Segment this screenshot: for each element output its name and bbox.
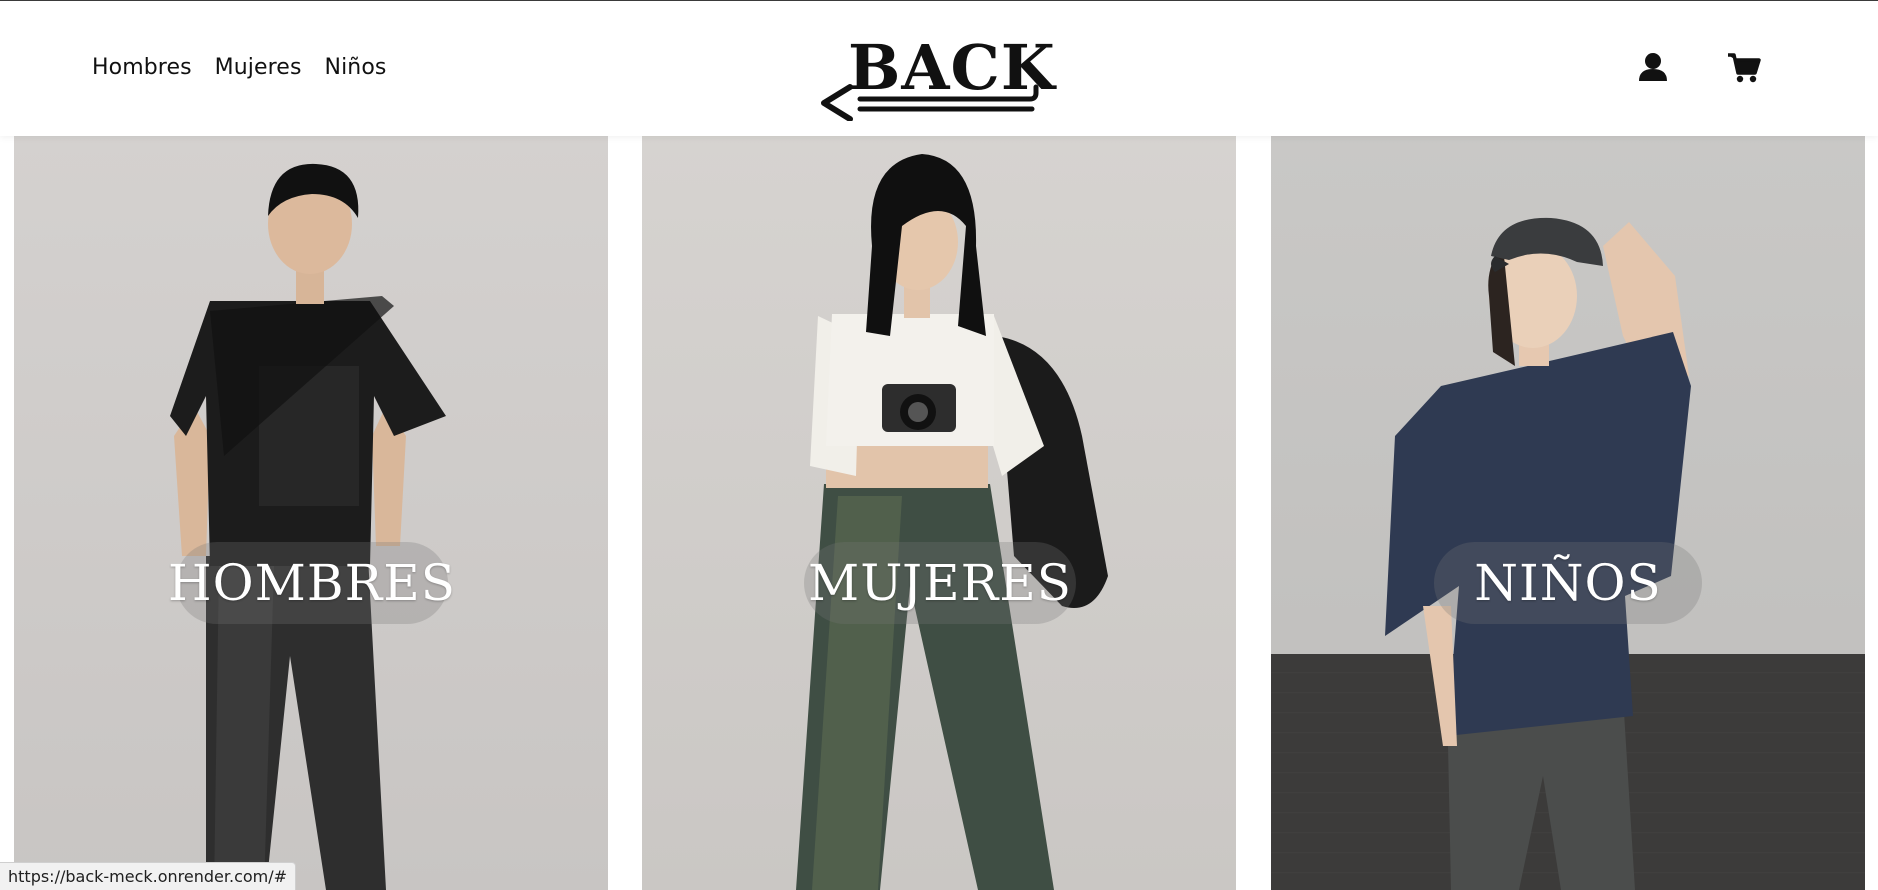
browser-status-bar: https://back-meck.onrender.com/# (0, 862, 297, 890)
nav-link-ninos[interactable]: Niños (325, 55, 387, 80)
site-header: Hombres Mujeres Niños BACK (0, 0, 1878, 136)
hombres-model-image (170, 163, 446, 890)
category-label-ninos: NIÑOS (1474, 554, 1662, 612)
category-card-ninos[interactable]: NIÑOS (1271, 136, 1865, 890)
category-label-mujeres: MUJERES (808, 554, 1072, 612)
category-label-pill: MUJERES (804, 542, 1076, 624)
status-bar-url: https://back-meck.onrender.com/# (8, 867, 288, 886)
main-nav: Hombres Mujeres Niños (92, 55, 386, 80)
nav-link-hombres[interactable]: Hombres (92, 55, 192, 80)
category-card-mujeres[interactable]: MUJERES (642, 136, 1236, 890)
site-logo[interactable]: BACK (820, 31, 1055, 121)
cart-icon[interactable] (1727, 51, 1761, 85)
nav-link-mujeres[interactable]: Mujeres (215, 55, 302, 80)
category-card-hombres[interactable]: HOMBRES (14, 136, 608, 890)
mujeres-model-image (796, 154, 1108, 890)
category-label-hombres: HOMBRES (168, 554, 456, 612)
category-cards: HOMBRES MUJERES NIÑOS (0, 136, 1878, 890)
user-icon[interactable] (1636, 51, 1670, 85)
ninos-model-image (1385, 217, 1691, 890)
logo-wordmark: BACK (848, 31, 1056, 104)
category-label-pill: NIÑOS (1434, 542, 1702, 624)
category-label-pill: HOMBRES (168, 542, 455, 624)
